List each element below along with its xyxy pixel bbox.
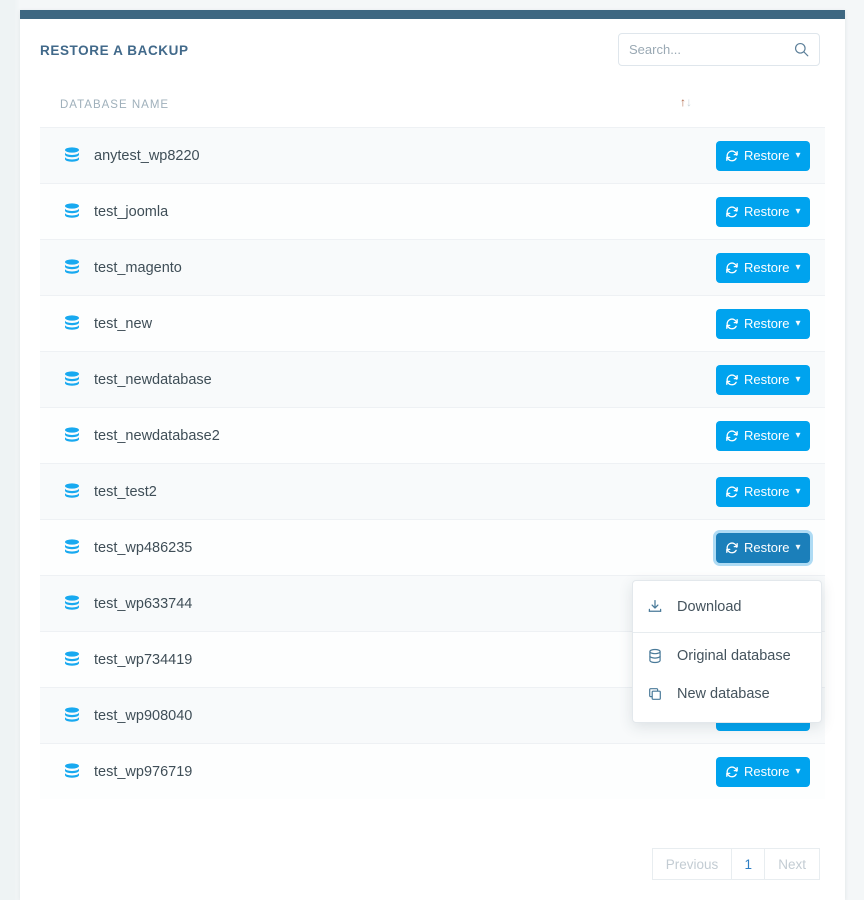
database-name-label: test_new <box>94 316 152 332</box>
database-icon <box>62 146 82 166</box>
database-name-label: test_test2 <box>94 484 157 500</box>
database-name-label: test_newdatabase2 <box>94 428 220 444</box>
restore-button[interactable]: Restore ▾ <box>716 141 810 171</box>
restore-button-label: Restore <box>744 540 790 555</box>
restore-button[interactable]: Restore ▾ <box>716 533 810 563</box>
table-row: test_test2 Restore ▾ <box>40 463 825 519</box>
restore-button-label: Restore <box>744 148 790 163</box>
restore-button[interactable]: Restore ▾ <box>716 197 810 227</box>
chevron-down-icon: ▾ <box>796 542 801 553</box>
database-icon <box>647 648 663 664</box>
chevron-down-icon: ▾ <box>796 206 801 217</box>
table-row: test_newdatabase Restore ▾ <box>40 351 825 407</box>
database-icon <box>62 258 82 278</box>
table-row: test_wp976719 Restore ▾ <box>40 743 825 799</box>
database-name-label: test_wp633744 <box>94 596 192 612</box>
table-row: test_joomla Restore ▾ <box>40 183 825 239</box>
database-name-label: test_wp908040 <box>94 708 192 724</box>
restore-button-label: Restore <box>744 764 790 779</box>
pagination-page-1[interactable]: 1 <box>731 848 765 880</box>
table-row: test_wp486235 Restore ▾ <box>40 519 825 575</box>
download-icon <box>647 599 663 615</box>
restore-button-label: Restore <box>744 316 790 331</box>
restore-button[interactable]: Restore ▾ <box>716 477 810 507</box>
table-row: test_magento Restore ▾ <box>40 239 825 295</box>
database-name-label: test_newdatabase <box>94 372 212 388</box>
database-name-label: anytest_wp8220 <box>94 148 200 164</box>
restore-button[interactable]: Restore ▾ <box>716 757 810 787</box>
chevron-down-icon: ▾ <box>796 262 801 273</box>
pagination-previous-button[interactable]: Previous <box>652 848 733 880</box>
restore-button-label: Restore <box>744 372 790 387</box>
card-top-accent-bar <box>20 10 845 19</box>
database-name-label: test_wp976719 <box>94 764 192 780</box>
chevron-down-icon: ▾ <box>796 318 801 329</box>
restore-button-label: Restore <box>744 428 790 443</box>
dropdown-item-new-database[interactable]: New database <box>633 675 821 713</box>
database-name-label: test_joomla <box>94 204 168 220</box>
search-box[interactable] <box>618 33 820 66</box>
database-icon <box>62 706 82 726</box>
dropdown-item-original-database[interactable]: Original database <box>633 637 821 675</box>
database-icon <box>62 538 82 558</box>
database-name-label: test_magento <box>94 260 182 276</box>
table-row: test_new Restore ▾ <box>40 295 825 351</box>
database-icon <box>62 314 82 334</box>
database-icon <box>62 202 82 222</box>
dropdown-item-download[interactable]: Download <box>633 588 821 626</box>
restore-button[interactable]: Restore ▾ <box>716 309 810 339</box>
restore-button[interactable]: Restore ▾ <box>716 421 810 451</box>
restore-button-label: Restore <box>744 260 790 275</box>
chevron-down-icon: ▾ <box>796 766 801 777</box>
table-header-row: DATABASE NAME ↑↓ <box>40 85 825 127</box>
restore-button-label: Restore <box>744 204 790 219</box>
restore-button-label: Restore <box>744 484 790 499</box>
table-row: test_newdatabase2 Restore ▾ <box>40 407 825 463</box>
database-name-label: test_wp486235 <box>94 540 192 556</box>
card-header: RESTORE A BACKUP <box>20 19 845 85</box>
restore-dropdown-menu[interactable]: Download Original database New database <box>632 580 822 723</box>
pagination-next-button[interactable]: Next <box>764 848 820 880</box>
chevron-down-icon: ▾ <box>796 486 801 497</box>
database-icon <box>62 482 82 502</box>
page-title: RESTORE A BACKUP <box>40 43 189 58</box>
database-icon <box>62 426 82 446</box>
column-header-database-name: DATABASE NAME <box>60 99 169 111</box>
search-input[interactable] <box>619 34 791 65</box>
restore-backup-card: RESTORE A BACKUP DATABASE NAME ↑↓ anytes… <box>20 10 845 900</box>
sort-descending-arrow: ↓ <box>686 95 692 109</box>
chevron-down-icon: ▾ <box>796 430 801 441</box>
copy-icon <box>647 686 663 702</box>
table-row: anytest_wp8220 Restore ▾ <box>40 127 825 183</box>
dropdown-item-label: Original database <box>677 648 791 664</box>
database-icon <box>62 370 82 390</box>
restore-button[interactable]: Restore ▾ <box>716 365 810 395</box>
dropdown-divider <box>633 632 821 633</box>
sort-toggle-icon[interactable]: ↑↓ <box>680 96 692 108</box>
restore-button[interactable]: Restore ▾ <box>716 253 810 283</box>
database-icon <box>62 762 82 782</box>
database-icon <box>62 594 82 614</box>
database-name-label: test_wp734419 <box>94 652 192 668</box>
dropdown-item-label: Download <box>677 599 742 615</box>
chevron-down-icon: ▾ <box>796 374 801 385</box>
pagination: Previous 1 Next <box>653 848 820 880</box>
chevron-down-icon: ▾ <box>796 150 801 161</box>
dropdown-item-label: New database <box>677 686 770 702</box>
database-icon <box>62 650 82 670</box>
search-icon <box>793 41 810 58</box>
